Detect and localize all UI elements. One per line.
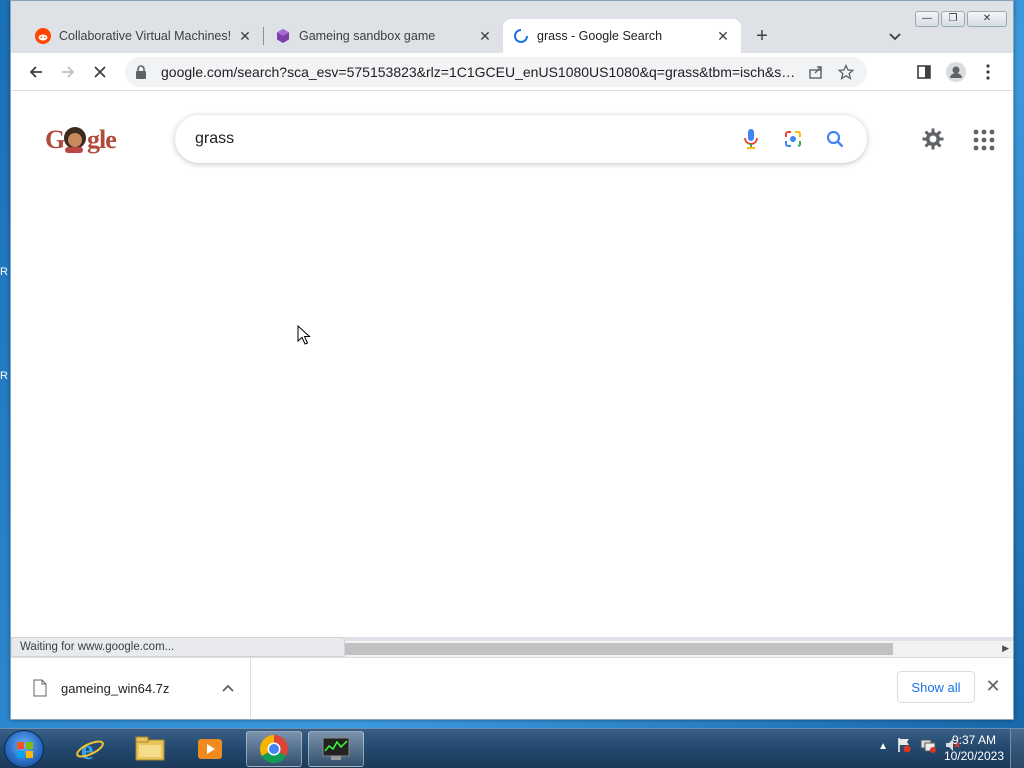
search-input[interactable]: grass: [195, 130, 721, 148]
gear-icon[interactable]: [921, 127, 945, 151]
scrollbar-thumb[interactable]: [345, 643, 893, 655]
media-player-icon[interactable]: [182, 731, 238, 767]
tab-grass-search[interactable]: grass - Google Search ✕: [503, 19, 741, 53]
system-clock[interactable]: 9:37 AM 10/20/2023: [944, 732, 1004, 764]
show-desktop-button[interactable]: [1010, 729, 1024, 768]
start-button[interactable]: [4, 730, 44, 768]
download-shelf: gameing_win64.7z Show all ✕: [11, 657, 1013, 719]
reddit-icon: [35, 28, 51, 44]
window-close-button[interactable]: ✕: [967, 11, 1007, 27]
action-center-flag-icon[interactable]: [896, 737, 912, 756]
google-apps-grid-icon[interactable]: [973, 129, 995, 151]
lens-camera-icon[interactable]: [781, 127, 805, 151]
share-icon[interactable]: [805, 64, 827, 80]
file-icon: [33, 679, 47, 697]
show-hidden-icons-chevron-icon[interactable]: ▲: [878, 741, 888, 752]
browser-toolbar: google.com/search?sca_esv=575153823&rlz=…: [11, 53, 1013, 91]
forward-arrow-icon[interactable]: [57, 61, 79, 83]
tab-close-icon[interactable]: ✕: [477, 28, 493, 44]
page-content: G gle grass: [11, 91, 1013, 637]
window-controls: — ❐ ✕: [915, 11, 1007, 27]
windows-flag-icon: [17, 742, 33, 758]
google-doodle-logo[interactable]: G gle: [45, 121, 125, 157]
back-arrow-icon[interactable]: [25, 61, 47, 83]
scroll-right-arrow-icon[interactable]: ▶: [1002, 643, 1009, 654]
tab-close-icon[interactable]: ✕: [715, 28, 731, 44]
clock-date: 10/20/2023: [943, 749, 1004, 763]
close-download-shelf-icon[interactable]: ✕: [983, 676, 1003, 696]
tab-strip: Collaborative Virtual Machines! ✕ Gamein…: [11, 1, 1013, 53]
side-panel-icon[interactable]: [913, 61, 935, 83]
download-item[interactable]: gameing_win64.7z: [11, 658, 251, 718]
desktop-icon-label-fragment: R: [0, 266, 8, 278]
svg-text:gle: gle: [87, 125, 116, 154]
mouse-pointer-icon: [297, 324, 311, 345]
svg-text:G: G: [45, 125, 65, 154]
bookmark-star-icon[interactable]: [835, 64, 857, 80]
tab-title: grass - Google Search: [537, 29, 663, 43]
svg-text:e: e: [81, 735, 93, 764]
tab-separator: [263, 27, 264, 45]
menu-kebab-icon[interactable]: [977, 61, 999, 83]
network-icon[interactable]: [920, 737, 936, 756]
minimize-button[interactable]: —: [915, 11, 939, 27]
tab-title: Gameing sandbox game: [299, 29, 436, 43]
internet-explorer-icon[interactable]: e: [62, 731, 118, 767]
profile-avatar-icon[interactable]: [945, 61, 967, 83]
lock-icon[interactable]: [135, 65, 151, 79]
new-tab-button[interactable]: +: [751, 25, 773, 47]
stop-loading-icon[interactable]: [89, 61, 111, 83]
tab-close-icon[interactable]: ✕: [237, 28, 253, 44]
horizontal-scrollbar[interactable]: ▶: [345, 641, 1013, 657]
tab-title: Collaborative Virtual Machines!: [59, 29, 232, 43]
tab-gameing-sandbox[interactable]: Gameing sandbox game ✕: [265, 19, 503, 53]
search-magnifier-icon[interactable]: [823, 127, 847, 151]
network-monitor-icon[interactable]: [308, 731, 364, 767]
file-explorer-icon[interactable]: [122, 731, 178, 767]
show-all-downloads-button[interactable]: Show all: [897, 671, 975, 703]
windows-taskbar: e ▲ 9:37 AM 10/20/2023: [0, 728, 1024, 768]
chevron-up-icon[interactable]: [218, 684, 238, 692]
clock-time: 9:37 AM: [951, 733, 996, 747]
loading-spinner-icon: [513, 28, 529, 44]
tab-search-chevron-icon[interactable]: [885, 27, 905, 47]
url-text[interactable]: google.com/search?sca_esv=575153823&rlz=…: [161, 64, 797, 80]
restore-button[interactable]: ❐: [941, 11, 965, 27]
tab-reddit[interactable]: Collaborative Virtual Machines! ✕: [25, 19, 263, 53]
search-box[interactable]: grass: [175, 115, 867, 163]
voice-search-mic-icon[interactable]: [739, 127, 763, 151]
chrome-icon[interactable]: [246, 731, 302, 767]
download-file-name: gameing_win64.7z: [61, 680, 170, 696]
status-bubble: Waiting for www.google.com...: [11, 637, 345, 657]
address-bar[interactable]: google.com/search?sca_esv=575153823&rlz=…: [125, 57, 867, 87]
itch-game-icon: [275, 28, 291, 44]
desktop-icon-label-fragment: R: [0, 370, 8, 382]
chrome-window: Collaborative Virtual Machines! ✕ Gamein…: [10, 0, 1014, 720]
